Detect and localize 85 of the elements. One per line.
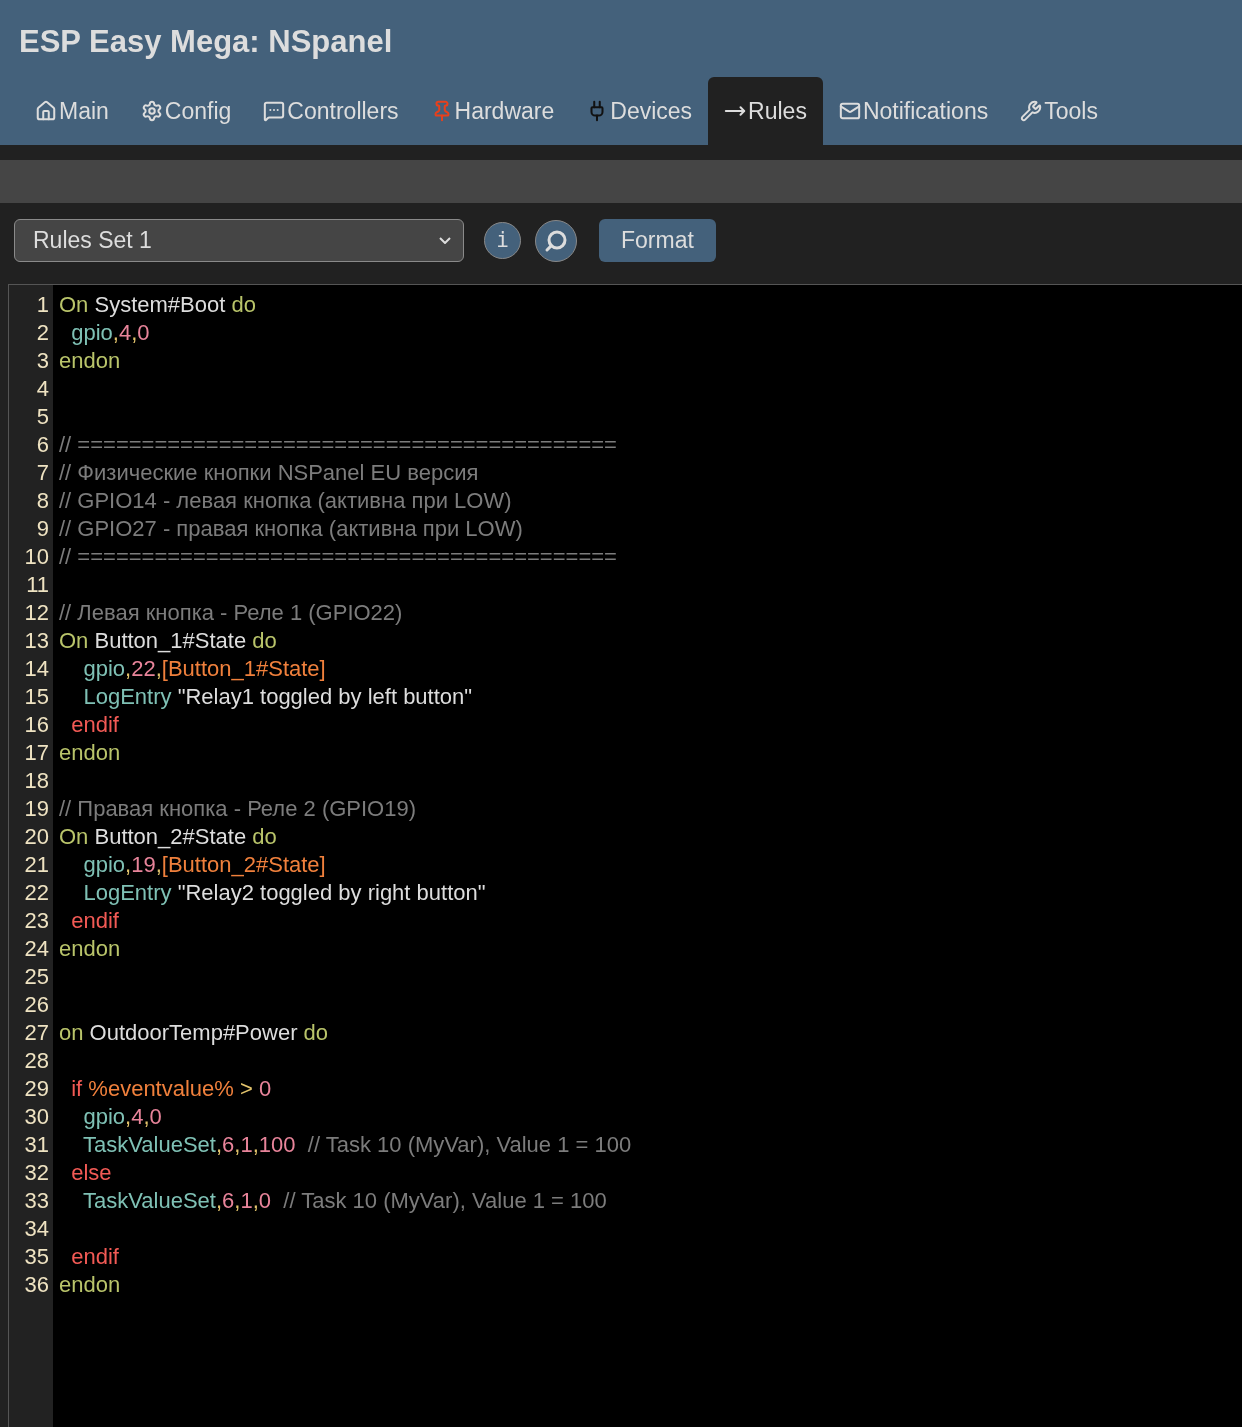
line-number: 25 [24, 963, 49, 991]
page-title: ESP Easy Mega: NSpanel [18, 23, 394, 61]
code-line: endon [59, 739, 121, 767]
line-number: 15 [24, 683, 49, 711]
line-number: 23 [24, 907, 49, 935]
line-number: 5 [36, 403, 49, 431]
line-number: 26 [24, 991, 49, 1019]
wrench-icon [1020, 100, 1043, 122]
code-line: LogEntry "Relay1 toggled by left button" [82, 683, 473, 711]
line-number: 35 [24, 1243, 49, 1271]
code-line: else [70, 1159, 112, 1187]
code-line: On System#Boot do [59, 291, 256, 319]
gear-icon [140, 100, 163, 122]
code-line: // ========================================== [59, 431, 617, 459]
line-number: 1 [36, 291, 49, 319]
chevron-icon [439, 237, 451, 244]
line-number: 12 [24, 599, 49, 627]
rules-set-select[interactable]: Rules Set 1 [14, 219, 464, 262]
line-number: 14 [24, 655, 49, 683]
line-number: 34 [24, 1215, 49, 1243]
line-number: 19 [24, 795, 49, 823]
code-line: On Button_1#State do [59, 627, 277, 655]
line-number: 3 [36, 347, 49, 375]
code-line: gpio,4,0 [70, 319, 150, 347]
nav-tab[interactable]: Tools [1004, 77, 1114, 145]
line-number: 21 [24, 851, 49, 879]
search-button[interactable] [535, 219, 577, 262]
code-line: LogEntry "Relay2 toggled by right button" [82, 879, 486, 907]
line-number: 30 [24, 1103, 49, 1131]
line-number: 32 [24, 1159, 49, 1187]
nav-tab[interactable]: Config [124, 77, 248, 145]
line-number: 24 [24, 935, 49, 963]
line-number: 2 [36, 319, 49, 347]
line-number: 36 [24, 1271, 49, 1299]
line-number: 31 [24, 1131, 49, 1159]
line-number: 20 [24, 823, 49, 851]
code-line: endon [59, 1271, 121, 1299]
nav-tab[interactable]: Notifications [822, 77, 1005, 145]
code-line: if %eventvalue% > 0 [70, 1075, 272, 1103]
code-line: // Правая кнопка - Реле 2 (GPIO19) [59, 795, 417, 823]
format-button[interactable]: Format [599, 219, 716, 262]
search-icon [544, 228, 568, 253]
line-number: 10 [24, 543, 49, 571]
envelope-icon [838, 100, 861, 122]
code-line: gpio,4,0 [82, 1103, 162, 1131]
line-number: 22 [24, 879, 49, 907]
code-line: gpio,22,[Button_1#State] [82, 655, 326, 683]
line-number: 11 [26, 571, 49, 599]
code-line: gpio,19,[Button_2#State] [82, 851, 326, 879]
line-number: 13 [24, 627, 49, 655]
home-icon [35, 100, 57, 122]
speech-bubble-icon [263, 100, 286, 122]
code-line: endif [70, 907, 119, 935]
line-number: 6 [36, 431, 49, 459]
line-number: 8 [36, 487, 49, 515]
code-line: endif [70, 711, 119, 739]
code-line: On Button_2#State do [59, 823, 277, 851]
line-number: 17 [24, 739, 49, 767]
nav-tab[interactable]: Main [19, 77, 125, 145]
code-line: TaskValueSet,6,1,100 // Task 10 (MyVar), Value 1 = 100 [82, 1131, 632, 1159]
code-line: endon [59, 935, 121, 963]
code-line: on OutdoorTemp#Power do [59, 1019, 329, 1047]
code-line: // Физические кнопки NSPanel EU версия [59, 459, 479, 487]
code-line: // ========================================== [59, 543, 617, 571]
line-number: 18 [24, 767, 49, 795]
line-number: 9 [36, 515, 49, 543]
code-line: endif [70, 1243, 119, 1271]
line-number: 27 [24, 1019, 49, 1047]
info-button[interactable]: i [484, 222, 521, 259]
code-line: // Левая кнопка - Реле 1 (GPIO22) [59, 599, 403, 627]
nav-tab[interactable]: Devices [570, 77, 709, 145]
code-line: endon [59, 347, 121, 375]
nav-tab[interactable]: Hardware [414, 77, 571, 145]
line-number: 29 [24, 1075, 49, 1103]
nav-tab[interactable]: Rules [708, 77, 823, 145]
line-number: 33 [24, 1187, 49, 1215]
code-line: // GPIO27 - правая кнопка (активна при LOW) [59, 515, 523, 543]
nav-tab[interactable]: Controllers [247, 77, 415, 145]
code-line: TaskValueSet,6,1,0 // Task 10 (MyVar), Value 1 = 100 [82, 1187, 607, 1215]
line-number: 4 [36, 375, 49, 403]
code-line: // GPIO14 - левая кнопка (активна при LOW) [59, 487, 512, 515]
code-editor[interactable] [8, 284, 1242, 1427]
line-number: 16 [24, 711, 49, 739]
line-number: 28 [24, 1047, 49, 1075]
line-number: 7 [36, 459, 49, 487]
